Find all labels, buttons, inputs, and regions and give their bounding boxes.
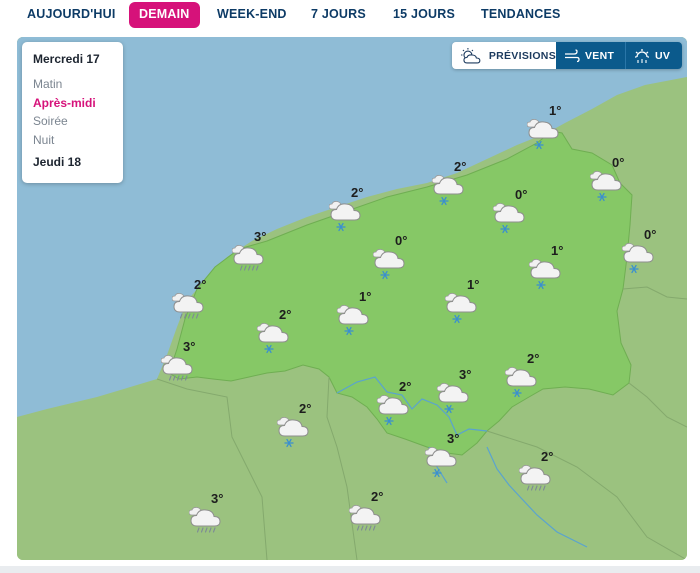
rain-cloud-icon — [161, 355, 193, 381]
tab-15-days[interactable]: 15 JOURS — [393, 2, 455, 28]
weather-station[interactable]: 3° — [425, 431, 481, 478]
uv-sun-icon — [635, 48, 649, 63]
weather-station[interactable]: 2° — [257, 307, 313, 354]
layer-forecast-button[interactable]: PRÉVISIONS — [452, 42, 556, 69]
snow-cloud-icon — [590, 171, 622, 202]
rain-cloud-icon — [232, 245, 264, 271]
weather-station[interactable]: 0° — [373, 233, 429, 280]
weather-station[interactable]: 2° — [329, 185, 385, 232]
weather-station[interactable]: 2° — [505, 351, 561, 398]
snow-cloud-icon — [505, 367, 537, 398]
layer-wind-button[interactable]: VENT — [556, 42, 626, 69]
snow-cloud-icon — [257, 323, 289, 354]
period-morning[interactable]: Matin — [33, 77, 112, 96]
weather-station[interactable]: 2° — [519, 449, 575, 493]
tab-today[interactable]: AUJOURD'HUI — [27, 2, 116, 28]
snow-cloud-icon — [527, 119, 559, 150]
snow-cloud-icon — [329, 201, 361, 232]
layer-forecast-label: PRÉVISIONS — [488, 49, 556, 62]
snow-cloud-icon — [377, 395, 409, 426]
layer-wind-label: VENT — [585, 49, 615, 62]
next-day-link[interactable]: Jeudi 18 — [33, 155, 112, 169]
forecast-period-tabs: AUJOURD'HUI DEMAIN WEEK-END 7 JOURS 15 J… — [0, 0, 700, 34]
rain-cloud-icon — [349, 505, 381, 531]
day-period-panel: Mercredi 17 Matin Après-midi Soirée Nuit… — [22, 42, 123, 183]
weather-station[interactable]: 1° — [445, 277, 501, 324]
period-night[interactable]: Nuit — [33, 133, 112, 152]
weather-station[interactable]: 3° — [161, 339, 217, 383]
period-afternoon[interactable]: Après-midi — [33, 96, 112, 115]
tab-weekend[interactable]: WEEK-END — [217, 2, 287, 28]
snow-cloud-icon — [337, 305, 369, 336]
weather-station[interactable]: 0° — [622, 227, 678, 274]
weather-station[interactable]: 2° — [432, 159, 488, 206]
tab-trends[interactable]: TENDANCES — [481, 2, 561, 28]
snow-cloud-icon — [277, 417, 309, 448]
tab-7-days[interactable]: 7 JOURS — [311, 2, 366, 28]
weather-station[interactable]: 2° — [277, 401, 333, 448]
snow-cloud-icon — [493, 203, 525, 234]
weather-station[interactable]: 1° — [527, 103, 583, 150]
snow-cloud-icon — [529, 259, 561, 290]
weather-station[interactable]: 3° — [232, 229, 288, 273]
layer-uv-button[interactable]: UV — [626, 42, 682, 69]
rain-cloud-icon — [519, 465, 551, 491]
period-evening[interactable]: Soirée — [33, 114, 112, 133]
rain-cloud-icon — [172, 293, 204, 319]
day-title: Mercredi 17 — [33, 52, 100, 66]
wind-icon — [565, 48, 580, 62]
snow-cloud-icon — [432, 175, 464, 206]
weather-station[interactable]: 0° — [590, 155, 646, 202]
sun-cloud-icon — [460, 47, 481, 63]
weather-station[interactable]: 1° — [337, 289, 393, 336]
snow-cloud-icon — [622, 243, 654, 274]
weather-station[interactable]: 3° — [437, 367, 493, 414]
layer-uv-label: UV — [655, 49, 671, 62]
snow-cloud-icon — [425, 447, 457, 478]
snow-cloud-icon — [437, 383, 469, 414]
weather-station[interactable]: 3° — [189, 491, 245, 535]
weather-station[interactable]: 2° — [349, 489, 405, 533]
snow-cloud-icon — [373, 249, 405, 280]
weather-station[interactable]: 2° — [172, 277, 228, 321]
map-layer-switcher: PRÉVISIONS VENT UV — [452, 42, 682, 69]
snow-cloud-icon — [445, 293, 477, 324]
weather-station[interactable]: 1° — [529, 243, 585, 290]
weather-station[interactable]: 2° — [377, 379, 433, 426]
weather-map[interactable]: Mercredi 17 Matin Après-midi Soirée Nuit… — [17, 37, 687, 560]
weather-station[interactable]: 0° — [493, 187, 549, 234]
tab-tomorrow[interactable]: DEMAIN — [129, 2, 200, 28]
rain-cloud-icon — [189, 507, 221, 533]
page-bottom-strip — [0, 566, 700, 573]
